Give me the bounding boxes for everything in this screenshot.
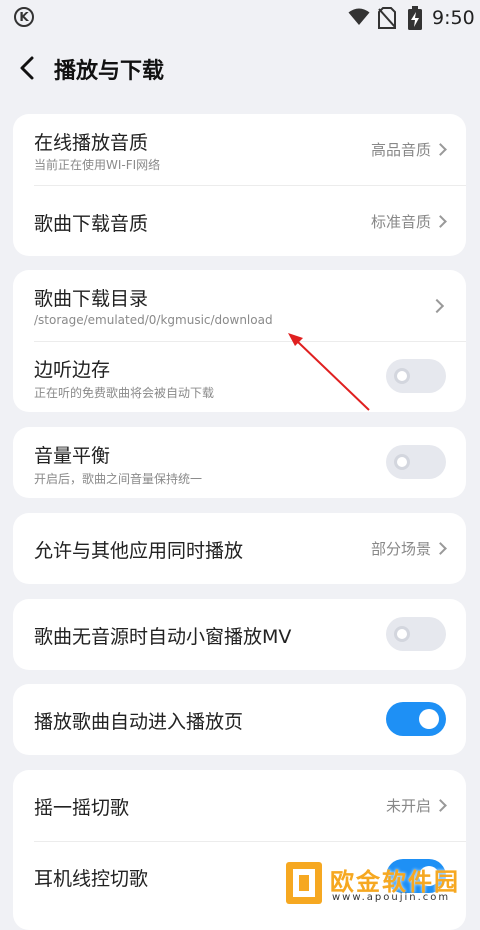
shake-switch-value-text: 未开启 (385, 797, 431, 815)
allow-simultaneous-value-text: 部分场景 (370, 540, 431, 558)
shake-switch-title: 摇一摇切歌 (34, 797, 130, 819)
app-k-icon: K (14, 7, 34, 27)
chevron-right-icon (434, 215, 447, 228)
online-quality-value: 高品音质 (370, 139, 447, 160)
download-quality-row[interactable]: 歌曲下载音质 标准音质 (13, 185, 466, 256)
auto-play-page-toggle[interactable] (386, 702, 446, 736)
chevron-right-icon (429, 298, 445, 314)
chevron-right-icon (434, 542, 447, 555)
no-sim-icon (378, 7, 396, 29)
volume-balance-title: 音量平衡 (34, 445, 111, 467)
auto-mv-card: 歌曲无音源时自动小窗播放MV (13, 599, 466, 670)
page-title: 播放与下载 (54, 59, 165, 84)
battery-charging-icon (408, 6, 422, 30)
toggle-knob (419, 709, 439, 729)
auto-play-page-row: 播放歌曲自动进入播放页 (13, 684, 466, 755)
wifi-icon (348, 8, 370, 25)
online-quality-subtitle: 当前正在使用WI-FI网络 (34, 158, 161, 172)
listen-save-row: 边听边存 正在听的免费歌曲将会被自动下载 (13, 341, 466, 412)
download-quality-value: 标准音质 (370, 211, 447, 232)
online-quality-value-text: 高品音质 (370, 141, 431, 159)
watermark: 欧金软件园 www.apoujin.com (278, 858, 478, 910)
simultaneous-card: 允许与其他应用同时播放 部分场景 (13, 513, 466, 584)
auto-mv-title: 歌曲无音源时自动小窗播放MV (34, 626, 292, 648)
quality-card: 在线播放音质 当前正在使用WI-FI网络 高品音质 歌曲下载音质 标准音质 (13, 114, 466, 256)
download-card: 歌曲下载目录 /storage/emulated/0/kgmusic/downl… (13, 270, 466, 412)
download-quality-title: 歌曲下载音质 (34, 213, 149, 235)
allow-simultaneous-row[interactable]: 允许与其他应用同时播放 部分场景 (13, 513, 466, 584)
download-dir-title: 歌曲下载目录 (34, 288, 149, 310)
allow-simultaneous-value: 部分场景 (370, 538, 447, 559)
page-header: 播放与下载 (0, 40, 480, 96)
download-dir-path: /storage/emulated/0/kgmusic/download (34, 313, 273, 327)
volume-balance-row: 音量平衡 开启后，歌曲之间音量保持统一 (13, 427, 466, 498)
auto-mv-toggle[interactable] (386, 617, 446, 651)
auto-play-page-title: 播放歌曲自动进入播放页 (34, 711, 244, 733)
online-quality-row[interactable]: 在线播放音质 当前正在使用WI-FI网络 高品音质 (13, 114, 466, 185)
headset-control-title: 耳机线控切歌 (34, 868, 149, 890)
volume-card: 音量平衡 开启后，歌曲之间音量保持统一 (13, 427, 466, 498)
allow-simultaneous-title: 允许与其他应用同时播放 (34, 540, 244, 562)
status-bar: K 9:50 (0, 0, 480, 36)
volume-balance-toggle[interactable] (386, 445, 446, 479)
toggle-knob (394, 454, 410, 470)
download-dir-row[interactable]: 歌曲下载目录 /storage/emulated/0/kgmusic/downl… (13, 270, 466, 341)
toggle-knob (394, 626, 410, 642)
watermark-url: www.apoujin.com (332, 892, 451, 903)
auto-mv-row: 歌曲无音源时自动小窗播放MV (13, 599, 466, 670)
toggle-knob (394, 368, 410, 384)
back-arrow-icon[interactable] (16, 54, 40, 82)
volume-balance-subtitle: 开启后，歌曲之间音量保持统一 (34, 472, 203, 486)
shake-switch-row[interactable]: 摇一摇切歌 未开启 (13, 770, 466, 841)
shake-switch-value: 未开启 (385, 795, 447, 816)
chevron-right-icon (434, 143, 447, 156)
chevron-right-icon (434, 799, 447, 812)
listen-save-subtitle: 正在听的免费歌曲将会被自动下载 (34, 386, 215, 400)
auto-play-card: 播放歌曲自动进入播放页 (13, 684, 466, 755)
watermark-logo-icon (286, 862, 322, 904)
download-quality-value-text: 标准音质 (370, 213, 431, 231)
status-time: 9:50 (432, 7, 475, 29)
listen-save-title: 边听边存 (34, 359, 111, 381)
listen-save-toggle[interactable] (386, 359, 446, 393)
online-quality-title: 在线播放音质 (34, 132, 149, 154)
